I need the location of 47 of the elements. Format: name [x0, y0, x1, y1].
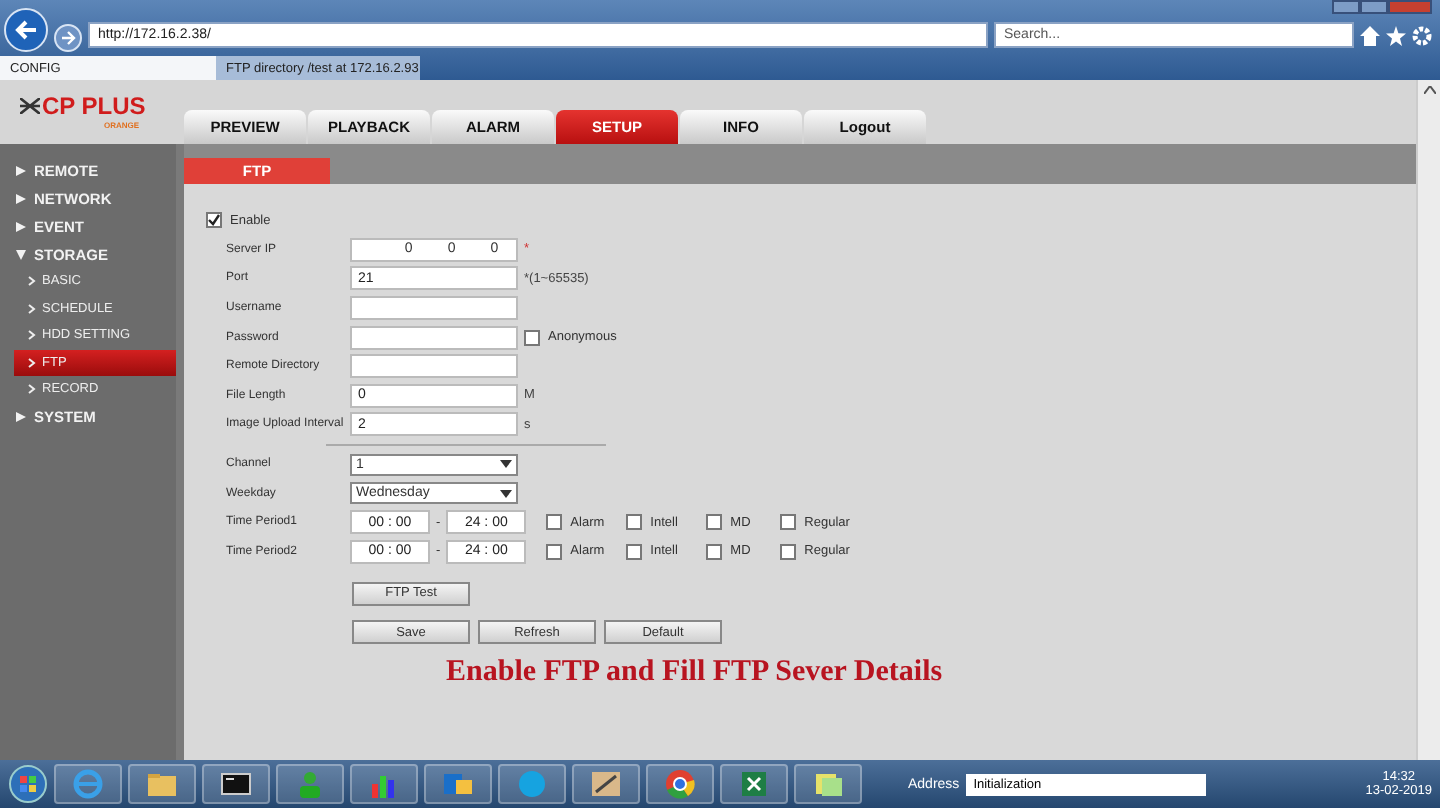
scrollbar[interactable]: [1416, 80, 1440, 760]
chevron-icon: [28, 357, 36, 368]
caption: Enable FTP and Fill FTP Sever Details: [446, 656, 945, 691]
minimize-button[interactable]: [1332, 0, 1360, 14]
settings-icon[interactable]: [1412, 26, 1432, 46]
logo: CP PLUS: [20, 92, 184, 120]
dropdown-arrow-icon: [500, 489, 512, 498]
collapsed-arrow-icon: [16, 412, 26, 422]
collapsed-arrow-icon: [16, 193, 26, 203]
excel-icon: [738, 768, 770, 800]
folder-icon: [146, 768, 178, 800]
forward-arrow-icon: [60, 30, 76, 46]
chevron-icon: [28, 384, 36, 395]
home-icon[interactable]: [1360, 26, 1380, 46]
notes-icon: [812, 768, 844, 800]
forward-button[interactable]: [54, 24, 82, 52]
restore-button[interactable]: [1360, 0, 1388, 14]
input-field[interactable]: [350, 354, 518, 379]
expanded-arrow-icon: [16, 249, 26, 259]
checkbox[interactable]: [524, 329, 540, 346]
start-button[interactable]: [8, 764, 48, 804]
checkbox[interactable]: [780, 543, 797, 560]
checkbox[interactable]: [626, 543, 643, 560]
collapsed-arrow-icon: [16, 221, 26, 231]
star-icon[interactable]: [1386, 26, 1406, 46]
chrome-icon: [664, 768, 696, 800]
checkbox[interactable]: [626, 514, 643, 531]
console-icon: [220, 768, 252, 800]
dropdown-arrow-icon: [500, 460, 512, 469]
chevron-icon: [28, 330, 36, 341]
input-field[interactable]: [350, 296, 518, 321]
back-button[interactable]: [4, 8, 48, 52]
collapsed-arrow-icon: [16, 165, 26, 175]
checkbox[interactable]: [206, 212, 222, 229]
input-field[interactable]: [350, 325, 518, 350]
chevron-icon: [28, 303, 36, 314]
scroll-up-icon: [1423, 86, 1435, 94]
checkbox[interactable]: [780, 514, 797, 531]
back-arrow-icon: [14, 18, 38, 42]
chevron-icon: [28, 276, 36, 287]
taskbar-app-button[interactable]: [202, 764, 270, 804]
checkbox[interactable]: [706, 514, 723, 531]
checkbox[interactable]: [546, 514, 563, 531]
taskbar-app-button[interactable]: [720, 764, 788, 804]
checkbox[interactable]: [706, 543, 723, 560]
person-icon: [294, 768, 326, 800]
checkbox[interactable]: [546, 543, 563, 560]
